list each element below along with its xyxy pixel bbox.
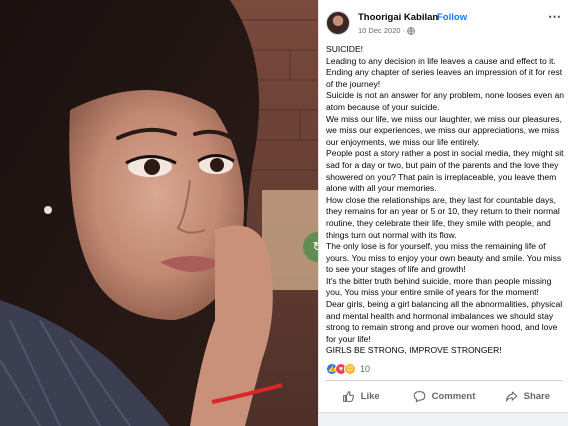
post-paragraph: Suicide is not an answer for any problem… <box>326 90 565 112</box>
share-label: Share <box>523 390 551 402</box>
divider <box>326 380 562 381</box>
post-paragraph: We miss our life, we miss our laughter, … <box>326 113 562 147</box>
post-paragraph: How close the relationships are, they la… <box>326 194 560 240</box>
like-button[interactable]: Like <box>319 383 402 409</box>
globe-icon <box>407 26 415 35</box>
post-meta: 10 Dec 2020 · <box>358 26 415 35</box>
reaction-count: 10 <box>360 364 371 374</box>
post-body: SUICIDE! Leading to any decision in life… <box>326 44 568 357</box>
share-icon <box>505 391 517 401</box>
post-photo[interactable] <box>0 0 318 426</box>
more-options-icon[interactable]: ⋯ <box>548 9 561 25</box>
bottom-status-strip <box>319 412 568 426</box>
post-paragraph: SUICIDE! <box>326 44 364 54</box>
post-paragraph: GIRLS BE STRONG, IMPROVE STRONGER! <box>326 345 502 356</box>
post-paragraph: It's the bitter truth behind suicide, mo… <box>326 275 552 298</box>
sad-icon: ☹ <box>344 363 356 375</box>
comment-icon <box>413 390 425 402</box>
avatar[interactable] <box>326 11 350 35</box>
comment-label: Comment <box>431 390 476 402</box>
post-header: Thoorigai Kabilan · Follow 10 Dec 2020 ·… <box>319 0 568 40</box>
author-name[interactable]: Thoorigai Kabilan <box>358 12 438 23</box>
post-date[interactable]: 10 Dec 2020 <box>358 26 401 35</box>
post-paragraph: The only lose is for yourself, you miss … <box>326 241 562 275</box>
like-label: Like <box>360 390 380 402</box>
meta-separator: · <box>402 26 406 35</box>
post-paragraph: Leading to any decision in life leaves a… <box>326 55 563 89</box>
post-actions: Like Comment Share <box>319 383 568 409</box>
post-paragraph: People post a story rather a post in soc… <box>326 148 564 194</box>
comment-button[interactable]: Comment <box>402 383 485 409</box>
thumbs-up-icon <box>342 390 354 402</box>
portrait-image <box>0 0 318 426</box>
follow-button[interactable]: Follow <box>437 12 467 23</box>
share-button[interactable]: Share <box>486 383 568 409</box>
post-panel: Thoorigai Kabilan · Follow 10 Dec 2020 ·… <box>318 0 568 426</box>
reactions-summary[interactable]: 👍 ♥ ☹ 10 <box>326 362 370 376</box>
post-paragraph: Dear girls, being a girl balancing all t… <box>326 299 563 344</box>
header-separator: · <box>429 12 433 23</box>
